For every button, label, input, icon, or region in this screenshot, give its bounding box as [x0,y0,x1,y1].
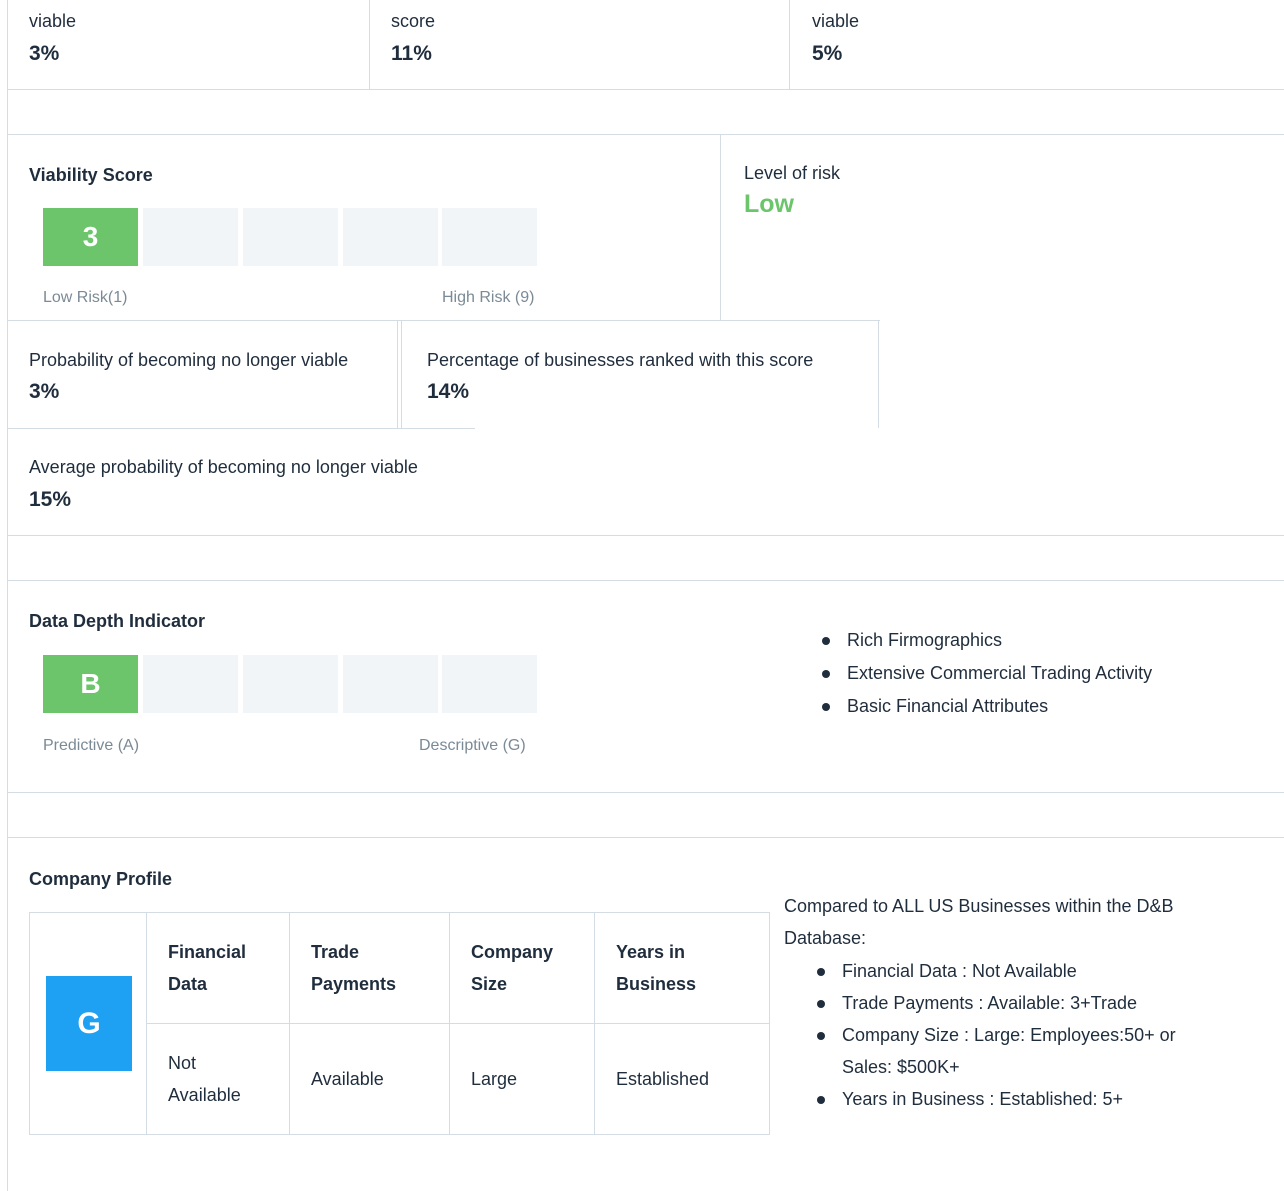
average-probability-value: 15% [29,488,72,511]
divider [7,535,1284,536]
table-header-row: G Financial Data Trade Payments Company Siz… [29,912,770,1135]
divider [720,134,721,321]
divider [789,0,790,89]
scale-low-label: Low Risk(1) [43,289,128,306]
table-header: Company Size [449,912,595,1024]
company-profile-title: Company Profile [29,869,173,889]
divider [7,134,1284,135]
top-stat-value: 5% [812,42,843,65]
company-profile-details: Financial Data : Not Available Trade Pay… [812,955,1176,1115]
divider [7,428,475,429]
depth-segment [343,655,438,713]
list-item: Company Size : Large: Employees:50+ or Sa… [812,1019,1176,1083]
top-stat-label: viable [29,11,77,31]
risk-level-label: Level of risk [744,163,841,183]
risk-level-value: Low [744,190,794,218]
score-segment-active: 3 [43,208,138,266]
table-header: Financial Data [146,912,290,1024]
table-cell: Large [449,1023,595,1135]
depth-segment [143,655,238,713]
table-header: Trade Payments [289,912,450,1024]
divider [7,792,1284,793]
top-stat-label: viable [812,11,860,31]
table-cell: Established [594,1023,770,1135]
depth-high-label: Descriptive (G) [419,737,526,754]
scale-high-label: High Risk (9) [442,289,535,306]
divider [7,320,880,321]
divider [7,580,1284,581]
list-item: Extensive Commercial Trading Activity [817,657,1152,690]
list-item: Rich Firmographics [817,624,1152,657]
score-segment [143,208,238,266]
divider [401,320,402,428]
top-stat-value: 11% [391,42,432,65]
divider [369,0,370,89]
probability-label: Probability of becoming no longer viable [29,350,349,370]
divider [878,320,879,428]
top-stat-value: 3% [29,42,60,65]
percentage-value: 14% [427,380,470,403]
company-profile-table: G Financial Data Trade Payments Company Siz… [29,912,770,1135]
table-cell: Available [289,1023,450,1135]
viability-score-title: Viability Score [29,165,153,185]
list-item: Financial Data : Not Available [812,955,1176,987]
list-item: Basic Financial Attributes [817,690,1152,723]
probability-value: 3% [29,380,60,403]
data-depth-title: Data Depth Indicator [29,611,206,631]
depth-segment [442,655,537,713]
depth-low-label: Predictive (A) [43,737,140,754]
score-segment [343,208,438,266]
divider [397,320,398,428]
depth-segment [243,655,338,713]
left-border [7,0,8,1191]
divider [7,837,1284,838]
table-header: Years in Business [594,912,770,1024]
score-segment [243,208,338,266]
divider [7,89,1284,90]
company-profile-badge: G [46,976,132,1071]
average-probability-label: Average probability of becoming no longe… [29,457,418,477]
list-item: Trade Payments : Available: 3+Trade [812,987,1176,1019]
comparison-text: Compared to ALL US Businesses within the… [784,896,1174,948]
top-stat-label: score [391,11,436,31]
score-segment [442,208,537,266]
percentage-label: Percentage of businesses ranked with thi… [427,350,814,370]
depth-segment-active: B [43,655,138,713]
data-depth-list: Rich Firmographics Extensive Commercial … [817,624,1152,723]
badge-cell: G [29,912,147,1135]
list-item: Years in Business : Established: 5+ [812,1083,1176,1115]
table-cell: Not Available [146,1023,290,1135]
